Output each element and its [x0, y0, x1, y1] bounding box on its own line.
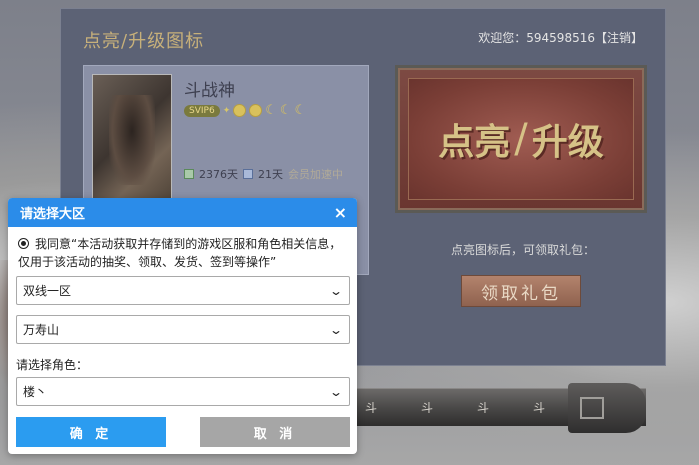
username: 594598516 [526, 31, 595, 45]
banner-slash: / [514, 116, 528, 162]
agreement-radio[interactable] [18, 238, 29, 249]
avatar-figure [109, 95, 155, 185]
agreement-text: 我同意“本活动获取并存储到的游戏区服和角色相关信息，仅用于该活动的抽奖、领取、发… [18, 237, 342, 269]
ornament-icon [580, 397, 604, 419]
moon-icon: ☾ [294, 103, 307, 118]
cancel-button[interactable]: 取 消 [200, 417, 350, 447]
server-select[interactable]: 万寿山 ⌄ [16, 315, 350, 344]
scroll-decoration: 斗 斗 斗 斗 [350, 383, 646, 433]
logout-link[interactable]: 【注销】 [595, 31, 643, 45]
calendar-icon [184, 169, 194, 179]
close-icon[interactable]: × [334, 203, 347, 222]
moon-icon: ☾ [265, 103, 277, 118]
chevron-down-icon: ⌄ [328, 322, 344, 337]
scroll-end-ornament [568, 383, 646, 433]
dialog-title: 请选择大区 [20, 207, 86, 222]
role-value: 楼丶 [23, 385, 48, 399]
banner-frame: 点亮 / 升级 [408, 78, 634, 200]
region-select[interactable]: 双线一区 ⌄ [16, 276, 350, 305]
region-select-dialog: 请选择大区 × 我同意“本活动获取并存储到的游戏区服和角色相关信息，仅用于该活动… [8, 198, 357, 454]
region-value: 双线一区 [23, 284, 72, 298]
banner-text-upgrade: 升级 [531, 121, 604, 163]
server-value: 万寿山 [23, 323, 60, 337]
chevron-down-icon: ⌄ [328, 283, 344, 298]
scroll-glyph-icon: 斗 [476, 401, 489, 415]
banner-text-light: 点亮 [438, 121, 511, 163]
agreement-option[interactable]: 我同意“本活动获取并存储到的游戏区服和角色相关信息，仅用于该活动的抽奖、领取、发… [18, 235, 353, 271]
level-badges: SVIP6 ✦ ☾ ☾ ☾ [184, 104, 306, 117]
character-avatar [92, 74, 172, 209]
reward-hint: 点亮图标后，可领取礼包： [451, 243, 596, 257]
scroll-glyph-icon: 斗 [420, 401, 433, 415]
welcome-text: 欢迎您：594598516【注销】 [478, 29, 643, 46]
light-up-banner: 点亮 / 升级 [395, 65, 647, 213]
level-days: 21天 [258, 168, 283, 181]
character-name: 斗战神 [184, 81, 235, 101]
speedup-status: 会员加速中 [288, 168, 343, 181]
sun-icon [233, 104, 247, 117]
welcome-prefix: 欢迎您： [478, 31, 527, 45]
role-label: 请选择角色： [16, 358, 89, 372]
dialog-header: 请选择大区 × [8, 198, 357, 227]
scroll-glyph-icon: 斗 [364, 401, 377, 415]
vip-badge: SVIP6 [184, 104, 220, 117]
moon-icon: ☾ [279, 103, 292, 118]
page-title: 点亮/升级图标 [83, 31, 205, 52]
chevron-down-icon: ⌄ [328, 384, 344, 399]
claim-gift-button[interactable]: 领取礼包 [461, 275, 581, 307]
scroll-glyph-icon: 斗 [532, 401, 545, 415]
star-icon: ✦ [222, 105, 231, 116]
confirm-button[interactable]: 确 定 [16, 417, 166, 447]
role-select[interactable]: 楼丶 ⌄ [16, 377, 350, 406]
scroll-icon-row: 斗 斗 斗 斗 [350, 399, 552, 416]
sun-icon [249, 104, 263, 117]
total-days: 2376天 [199, 168, 238, 181]
activity-stats: 2376天 21天 会员加速中 [184, 166, 343, 182]
level-icon [243, 169, 253, 179]
